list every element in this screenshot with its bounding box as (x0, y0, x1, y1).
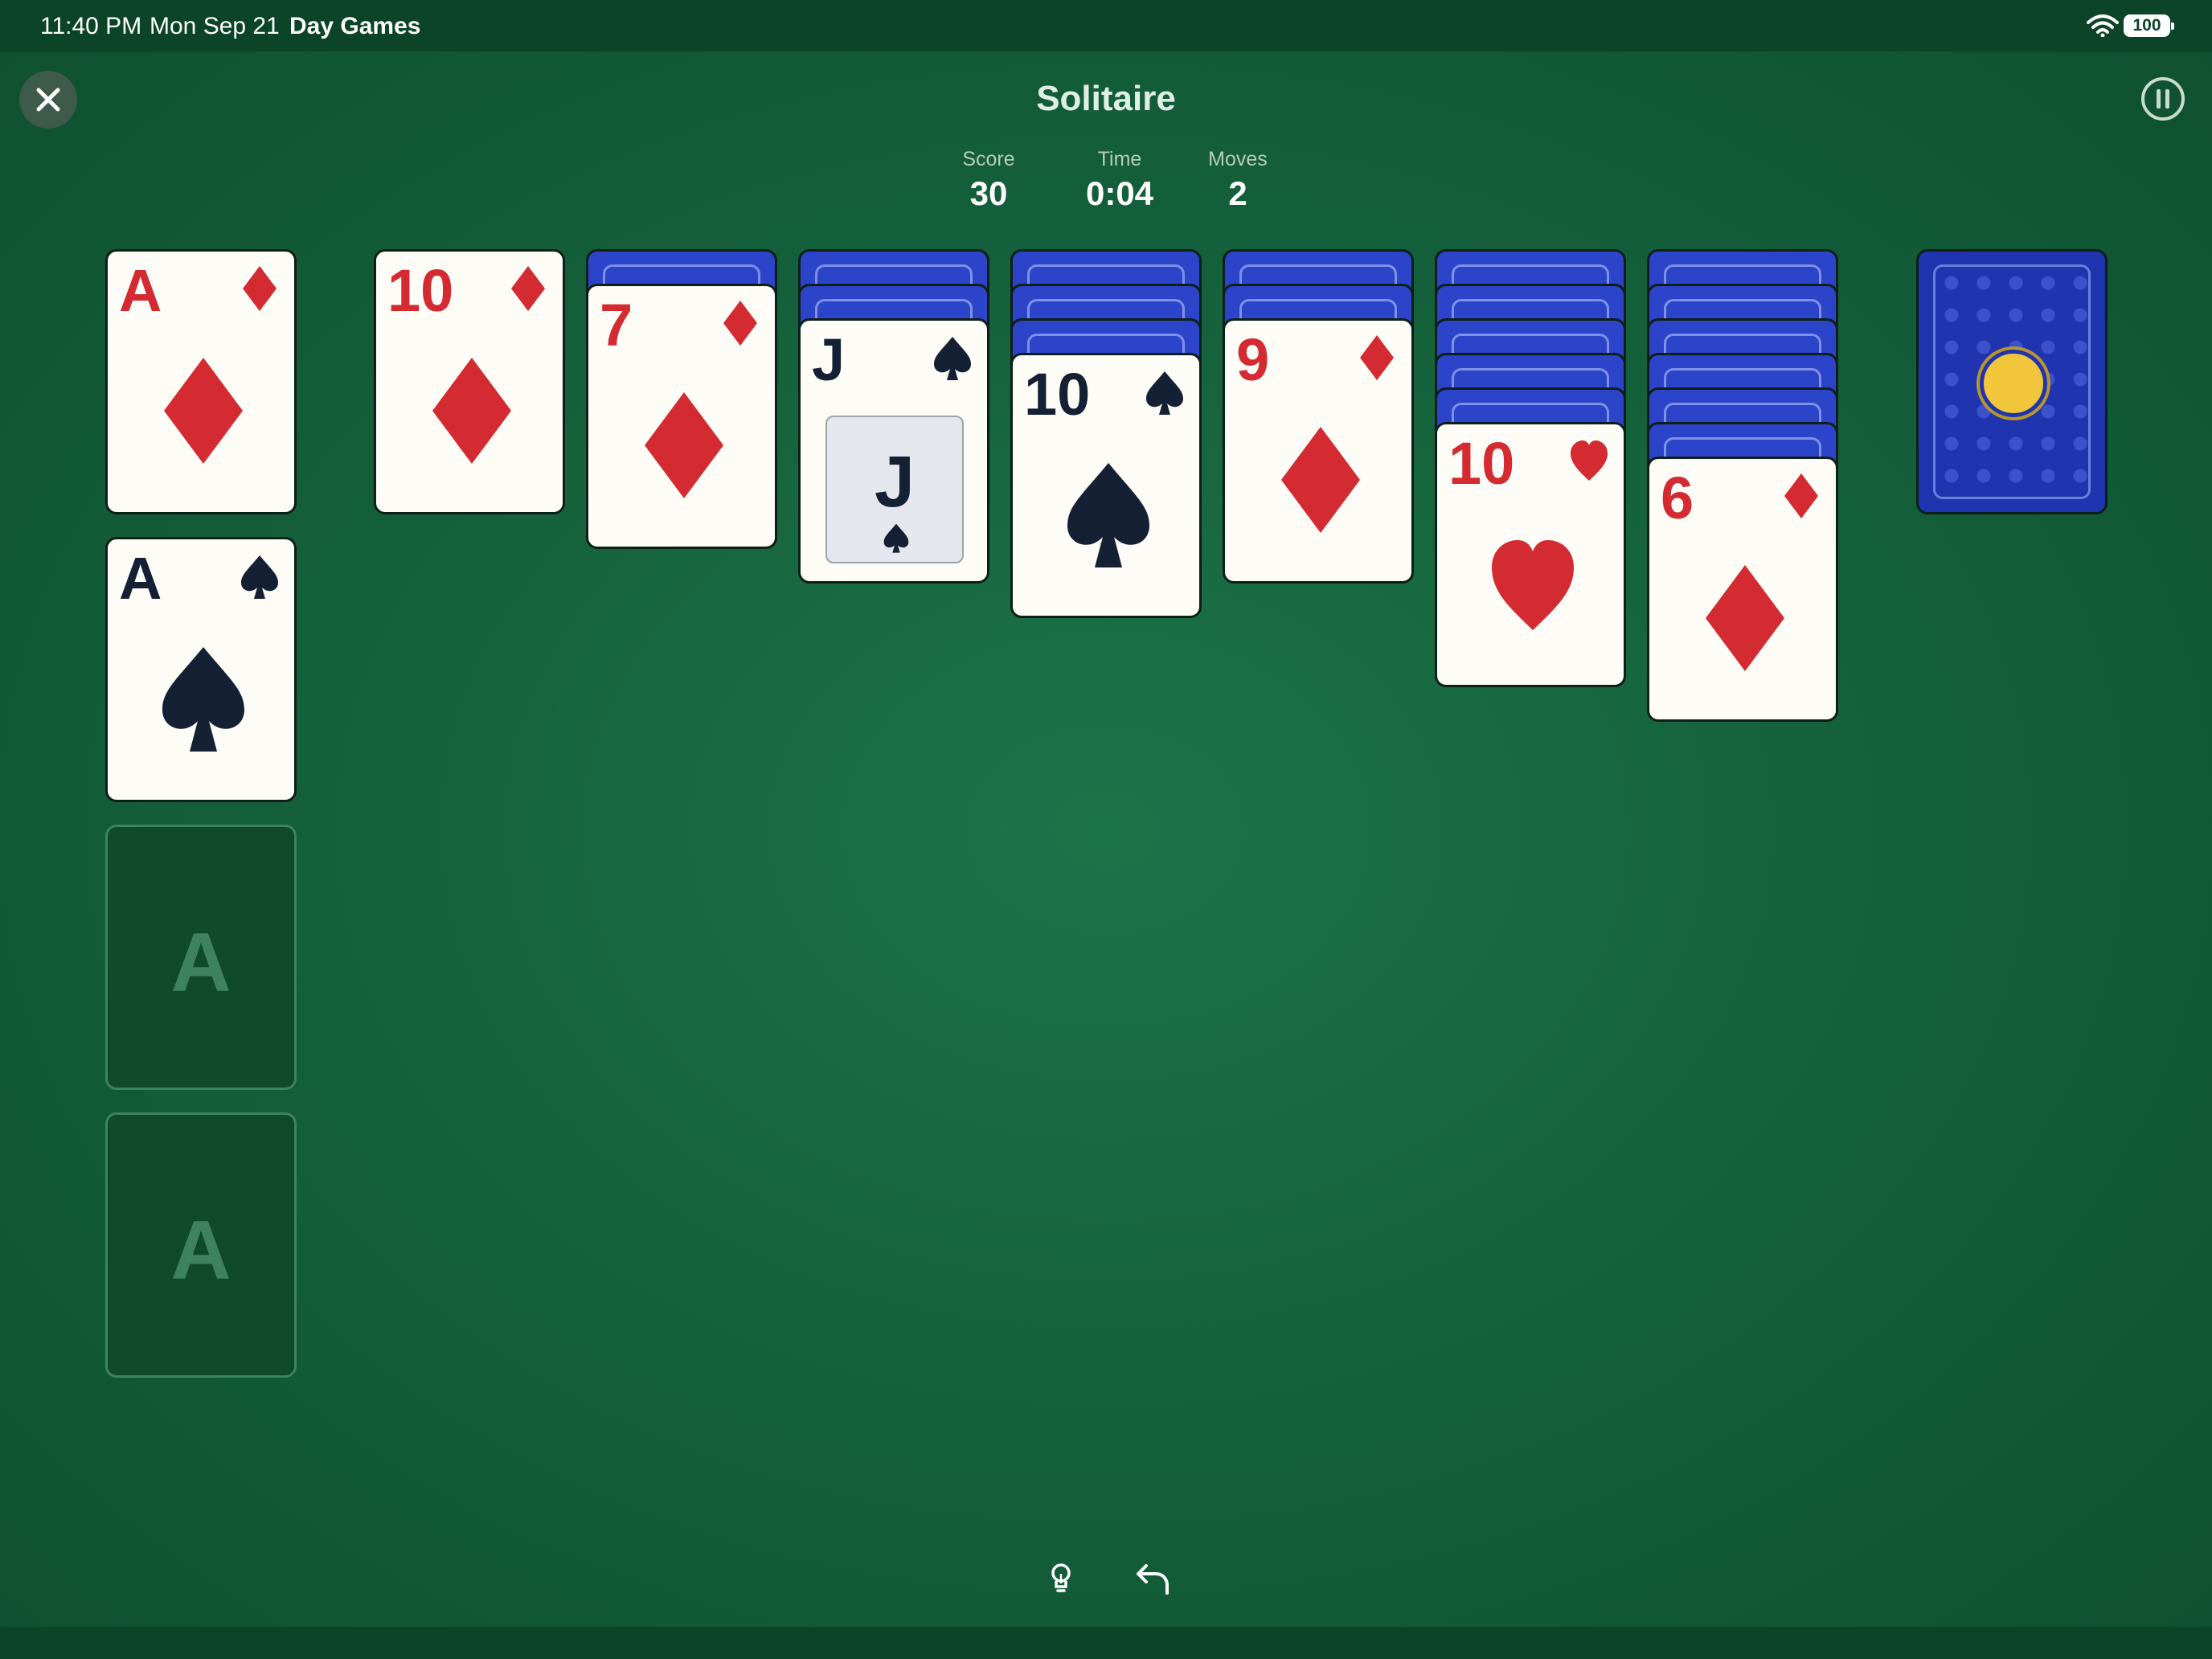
moves-stat: Moves 2 (1174, 148, 1302, 213)
card-rank: 7 (600, 292, 633, 358)
score-stat: Score 30 (924, 148, 1053, 213)
close-button[interactable] (19, 71, 77, 129)
page-title: Solitaire (1036, 79, 1176, 118)
slot-label: A (170, 916, 231, 1010)
moves-value: 2 (1228, 174, 1247, 212)
diamond-icon (1706, 565, 1784, 671)
foundation-spades-card[interactable]: A (105, 537, 297, 802)
time-stat: Time 0:04 (1055, 148, 1184, 213)
diamond-icon (645, 392, 723, 498)
spade-icon (241, 555, 278, 599)
score-label: Score (962, 148, 1015, 170)
tableau-card-9-diamonds[interactable]: 9 (1223, 318, 1414, 584)
card-rank: A (119, 257, 162, 324)
spade-icon (1067, 463, 1149, 567)
card-rank: 9 (1236, 326, 1270, 393)
stock-pile[interactable] (1916, 249, 2108, 514)
diamond-icon (432, 358, 511, 464)
tableau-card-jack-spades[interactable]: J J (798, 318, 989, 584)
tableau-card-6-diamonds[interactable]: 6 (1647, 457, 1838, 722)
battery-icon: 100 (2124, 14, 2174, 37)
diamond-icon (164, 358, 243, 464)
moves-label: Moves (1208, 148, 1268, 170)
card-rank: 10 (1448, 430, 1515, 497)
foundation-diamonds-card[interactable]: A (105, 249, 297, 514)
score-value: 30 (969, 174, 1008, 212)
status-bar: 11:40 PM Mon Sep 21 Day Games 100 (0, 0, 2212, 51)
face-card-art: J (825, 416, 964, 563)
card-rank: 10 (1024, 361, 1091, 428)
tableau-card-7-diamonds[interactable]: 7 (586, 284, 777, 549)
time-label: Time (1097, 148, 1142, 170)
close-icon (36, 88, 60, 112)
tableau-card-10-hearts[interactable]: 10 (1435, 422, 1626, 687)
card-rank: J (812, 326, 846, 393)
status-app-name: Day Games (289, 13, 421, 39)
heart-icon (1571, 440, 1608, 481)
face-card-rank: J (874, 442, 916, 522)
tableau-card-10-spades[interactable]: 10 (1010, 353, 1202, 618)
diamond-icon (1360, 335, 1394, 380)
wifi-icon (2087, 14, 2119, 37)
diamond-icon (243, 266, 276, 311)
hint-button[interactable] (1043, 1561, 1079, 1596)
spade-icon (934, 337, 971, 380)
slot-label: A (170, 1204, 231, 1297)
foundation-slot-empty[interactable]: A (105, 825, 297, 1090)
diamond-icon (511, 266, 545, 311)
time-value: 0:04 (1085, 174, 1154, 212)
spade-icon (1146, 371, 1183, 415)
diamond-icon (1281, 427, 1360, 533)
card-rank: A (119, 545, 162, 612)
coin-icon (1980, 350, 2047, 417)
diamond-icon (723, 301, 757, 346)
spade-icon (162, 647, 244, 752)
heart-icon (1492, 540, 1574, 630)
undo-button[interactable] (1133, 1561, 1172, 1596)
foundation-slot-empty[interactable]: A (105, 1112, 297, 1378)
status-time: 11:40 PM (40, 13, 142, 39)
diamond-icon (1784, 473, 1818, 518)
pause-button[interactable] (2140, 76, 2186, 122)
status-date: Mon Sep 21 (150, 13, 280, 39)
card-rank: 6 (1661, 465, 1694, 531)
tableau-card-10-diamonds[interactable]: 10 (374, 249, 565, 514)
home-indicator-bar (0, 1627, 2212, 1659)
card-rank: 10 (387, 257, 454, 324)
spade-icon (883, 523, 909, 553)
